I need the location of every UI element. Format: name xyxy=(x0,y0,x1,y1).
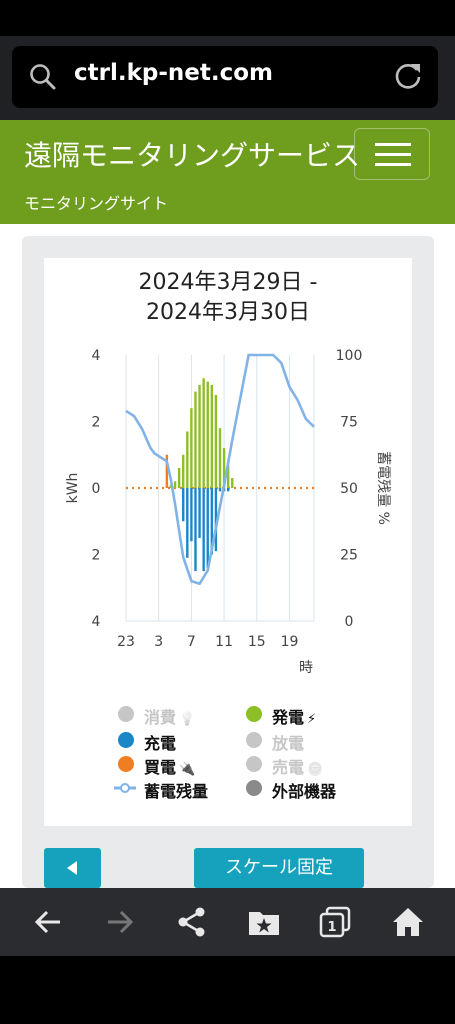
browser-toolbar: ctrl.kp-net.com xyxy=(0,36,455,120)
lightning-icon: ⚡ xyxy=(307,712,317,727)
x-tick-label: 15 xyxy=(248,634,266,650)
home-icon[interactable] xyxy=(390,904,426,940)
status-bar xyxy=(0,0,455,36)
x-tick-label: 3 xyxy=(154,634,163,650)
legend-label: 外部機器 xyxy=(272,782,337,801)
legend-dot xyxy=(246,756,262,772)
y-right-tick-label: 50 xyxy=(340,481,358,497)
url-text[interactable]: ctrl.kp-net.com xyxy=(74,60,273,86)
main-content: 2024年3月29日 - 2024年3月30日 4 2 0 2 4 100 75 50 25 0 2… xyxy=(0,224,455,888)
lightbulb-icon: 💡 xyxy=(179,712,196,727)
generation-bar xyxy=(214,394,218,488)
legend-dot xyxy=(118,732,134,748)
legend-label: 充電 xyxy=(144,734,177,753)
line-marker-icon xyxy=(114,780,136,796)
coins-icon: 🪙 xyxy=(307,762,324,777)
generation-bar xyxy=(173,481,177,488)
y-left-tick-label: 2 xyxy=(92,548,101,564)
legend-label: 買電 🔌 xyxy=(144,758,196,777)
generation-bar xyxy=(186,431,189,488)
y-right-tick-label: 25 xyxy=(340,548,358,564)
x-tick-label: 7 xyxy=(187,634,196,650)
legend-label: 蓄電残量 xyxy=(144,782,209,801)
menu-line xyxy=(375,143,411,146)
x-tick-label: 11 xyxy=(215,634,233,650)
x-axis-unit-label: 時 xyxy=(299,660,313,676)
generation-bar xyxy=(190,408,193,488)
generation-bar xyxy=(206,381,209,488)
generation-bar xyxy=(210,384,214,488)
chart-panel: 2024年3月29日 - 2024年3月30日 4 2 0 2 4 100 75 50 25 0 2… xyxy=(44,258,412,826)
svg-text:1: 1 xyxy=(327,920,336,935)
generation-bar xyxy=(194,391,197,488)
y-left-tick-label: 4 xyxy=(92,348,101,364)
charge-bar xyxy=(194,488,197,572)
forward-arrow-icon[interactable] xyxy=(102,904,138,940)
x-tick-label: 19 xyxy=(281,634,299,650)
search-icon xyxy=(30,64,56,90)
legend-label: 売電 🪙 xyxy=(272,758,324,777)
charge-bar xyxy=(218,488,222,492)
generation-bar xyxy=(177,468,181,488)
charge-bar xyxy=(198,488,201,538)
generation-bar xyxy=(198,384,201,488)
site-title: 遠隔モニタリングサービス xyxy=(24,139,361,172)
charge-bar xyxy=(226,488,230,492)
legend-dot xyxy=(246,732,262,748)
charge-bar xyxy=(206,488,209,568)
site-subtitle: モニタリングサイト xyxy=(24,194,169,213)
generation-bar xyxy=(182,454,185,488)
generation-bar xyxy=(202,378,205,488)
y-left-tick-label: 2 xyxy=(92,415,101,431)
x-tick-label: 23 xyxy=(117,634,135,650)
legend-dot xyxy=(246,780,262,796)
legend-label: 放電 xyxy=(272,734,305,753)
y-right-tick-label: 100 xyxy=(336,348,363,364)
share-icon[interactable] xyxy=(174,904,210,940)
y-left-tick-label: 4 xyxy=(92,614,101,630)
legend-dot xyxy=(118,756,134,772)
energy-chart: 4 2 0 2 4 100 75 50 25 0 23 3 7 11 15 19 kWh 蓄電残量 % 時 xyxy=(65,348,391,676)
y-left-axis-label: kWh xyxy=(65,473,81,504)
generation-bar xyxy=(231,478,234,488)
y-left-tick-label: 0 xyxy=(92,481,101,497)
plug-icon: 🔌 xyxy=(179,762,196,777)
previous-button[interactable] xyxy=(44,848,101,888)
system-navigation-bar xyxy=(0,956,455,1024)
y-right-axis-label: 蓄電残量 % xyxy=(375,451,391,525)
generation-bar xyxy=(218,428,222,488)
scale-fixed-button[interactable]: スケール固定 xyxy=(194,848,364,888)
menu-line xyxy=(375,163,411,166)
back-arrow-icon[interactable] xyxy=(30,904,66,940)
legend-dot xyxy=(246,706,262,722)
charge-bar xyxy=(202,488,205,572)
tabs-icon[interactable]: 1 xyxy=(317,904,353,940)
reload-icon[interactable] xyxy=(392,60,424,92)
legend-label: 発電 ⚡ xyxy=(272,708,317,727)
chart-card: 2024年3月29日 - 2024年3月30日 4 2 0 2 4 100 75 50 25 0 2… xyxy=(22,236,434,888)
y-right-tick-label: 0 xyxy=(345,614,354,630)
y-right-tick-label: 75 xyxy=(340,415,358,431)
legend-label: 消費 💡 xyxy=(144,708,196,727)
browser-bottom-nav: 1 xyxy=(0,888,455,956)
hamburger-menu-button[interactable] xyxy=(354,128,430,180)
charge-bar xyxy=(182,488,185,522)
site-header: 遠隔モニタリングサービス モニタリングサイト xyxy=(0,120,455,224)
charge-bar xyxy=(190,488,193,542)
charge-bar xyxy=(186,488,189,558)
legend-dot xyxy=(118,706,134,722)
bookmarks-folder-icon[interactable] xyxy=(246,904,282,940)
menu-line xyxy=(375,153,411,156)
address-bar[interactable]: ctrl.kp-net.com xyxy=(12,46,438,108)
